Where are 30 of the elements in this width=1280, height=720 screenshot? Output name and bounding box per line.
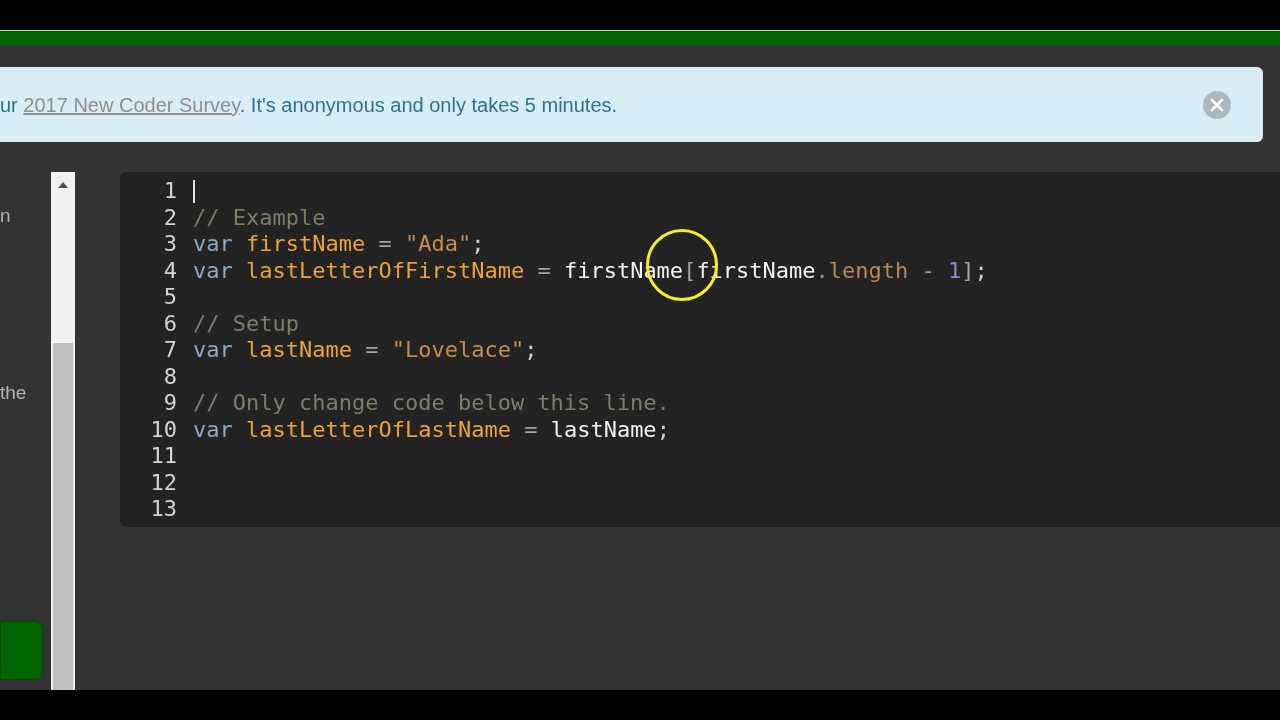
line-number: 8 xyxy=(162,363,177,390)
code-line: // Setup xyxy=(193,310,299,337)
line-number: 10 xyxy=(149,416,177,443)
close-icon xyxy=(1210,97,1224,112)
code-line: var lastName = "Lovelace"; xyxy=(193,337,538,364)
scrollbar-track[interactable] xyxy=(51,172,75,690)
code-line: var firstName = "Ada"; xyxy=(193,231,485,258)
code-line: var lastLetterOfLastName = lastName; xyxy=(193,416,670,443)
line-number: 2 xyxy=(162,204,177,231)
line-number: 9 xyxy=(162,390,177,417)
close-button[interactable] xyxy=(1203,90,1231,119)
line-number: 13 xyxy=(149,496,177,523)
code-editor[interactable] xyxy=(120,172,1280,527)
instruction-text: the xyxy=(0,381,28,405)
line-number: 5 xyxy=(162,284,177,311)
line-number: 7 xyxy=(162,337,177,364)
line-number: 11 xyxy=(149,443,177,470)
scrollbar-thumb[interactable] xyxy=(53,343,73,690)
line-number: 3 xyxy=(162,231,177,258)
line-number: 4 xyxy=(162,257,177,284)
survey-link[interactable]: 2017 New Coder Survey xyxy=(23,93,240,116)
line-number: 6 xyxy=(162,310,177,337)
scroll-up-icon[interactable] xyxy=(58,182,68,188)
instruction-text: n xyxy=(0,204,12,228)
action-button[interactable] xyxy=(0,621,43,680)
survey-message: ur 2017 New Coder Survey. It's anonymous and only takes 5 minutes. xyxy=(0,92,618,118)
code-line: // Only change code below this line. xyxy=(193,390,670,417)
line-number: 1 xyxy=(162,178,177,205)
line-number: 12 xyxy=(149,469,177,496)
code-line: // Example xyxy=(193,204,326,231)
